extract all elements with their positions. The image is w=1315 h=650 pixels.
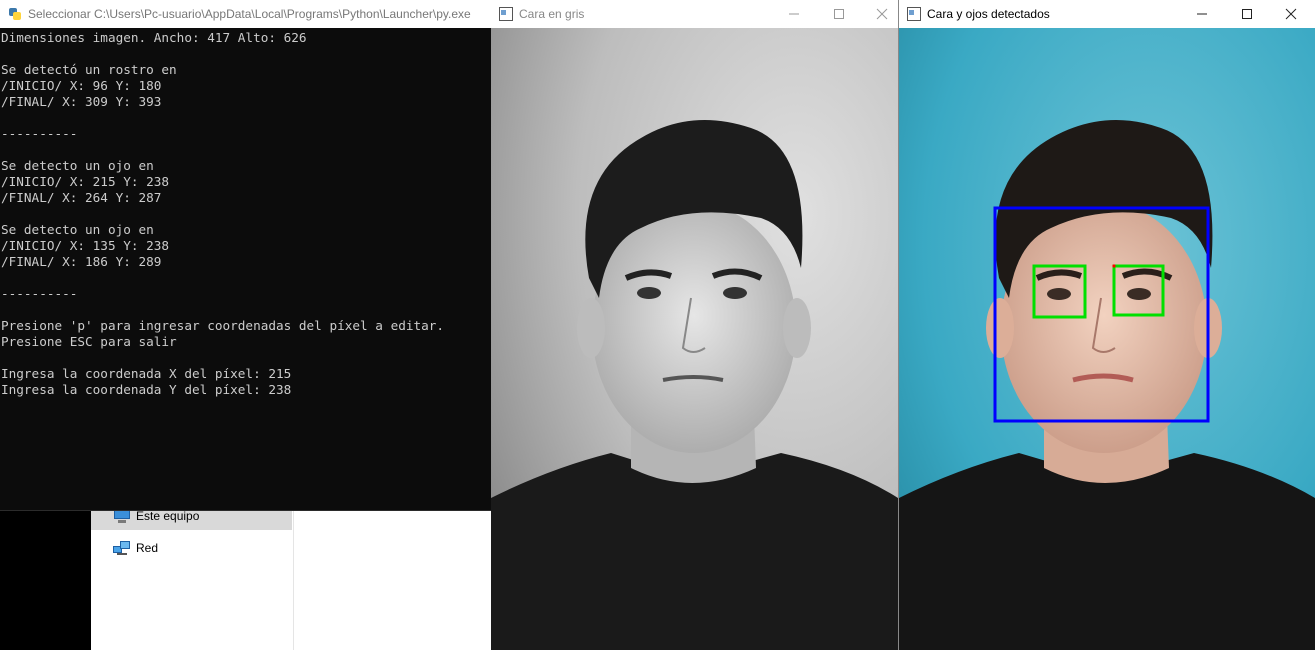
network-icon [113, 540, 131, 556]
detection-window-title: Cara y ojos detectados [927, 7, 1050, 21]
maximize-icon [834, 9, 844, 19]
console-line: /FINAL/ X: 309 Y: 393 [1, 94, 162, 109]
nav-item-label: Este equipo [136, 509, 200, 523]
window-icon [499, 7, 513, 21]
minimize-button[interactable] [771, 0, 817, 28]
detection-face-image [899, 28, 1315, 650]
detection-image-window[interactable]: Cara y ojos detectados [898, 0, 1315, 650]
console-line: ---------- [1, 286, 78, 301]
file-explorer-panel: Este equipo Red [91, 490, 491, 650]
window-icon [907, 7, 921, 21]
console-line: Dimensiones imagen. Ancho: 417 Alto: 626 [1, 30, 307, 45]
gray-face-image [491, 28, 898, 650]
console-line: Presione ESC para salir [1, 334, 177, 349]
console-line: Ingresa la coordenada X del píxel: 215 [1, 366, 292, 381]
console-window[interactable]: Seleccionar C:\Users\Pc-usuario\AppData\… [0, 0, 491, 510]
console-output: Dimensiones imagen. Ancho: 417 Alto: 626… [0, 30, 491, 398]
console-line: Ingresa la coordenada Y del píxel: 238 [1, 382, 292, 397]
console-line: /INICIO/ X: 135 Y: 238 [1, 238, 170, 253]
close-icon [1285, 8, 1297, 20]
console-line: /FINAL/ X: 186 Y: 289 [1, 254, 162, 269]
gray-window-title: Cara en gris [519, 7, 585, 21]
close-button[interactable] [1268, 0, 1314, 28]
pane-divider [293, 490, 294, 650]
nav-item-label: Red [136, 541, 159, 555]
console-line: Se detectó un rostro en [1, 62, 177, 77]
python-launcher-icon [8, 7, 22, 21]
console-line: /FINAL/ X: 264 Y: 287 [1, 190, 162, 205]
console-line: Se detecto un ojo en [1, 158, 154, 173]
selected-pixel-marker [1112, 264, 1116, 268]
gray-image-window[interactable]: Cara en gris [491, 0, 898, 650]
console-line: ---------- [1, 126, 78, 141]
computer-icon [113, 508, 131, 524]
console-line: Presione 'p' para ingresar coordenadas d… [1, 318, 445, 333]
console-line: /INICIO/ X: 96 Y: 180 [1, 78, 162, 93]
minimize-button[interactable] [1179, 0, 1225, 28]
maximize-icon [1242, 9, 1252, 19]
maximize-button[interactable] [816, 0, 862, 28]
minimize-icon [1197, 13, 1207, 15]
nav-item-network[interactable]: Red [91, 534, 292, 562]
maximize-button[interactable] [1224, 0, 1270, 28]
console-title: Seleccionar C:\Users\Pc-usuario\AppData\… [28, 7, 471, 21]
console-line: /INICIO/ X: 215 Y: 238 [1, 174, 170, 189]
console-titlebar[interactable]: Seleccionar C:\Users\Pc-usuario\AppData\… [0, 0, 491, 28]
minimize-icon [789, 13, 799, 15]
console-line: Se detecto un ojo en [1, 222, 154, 237]
close-icon [876, 8, 888, 20]
